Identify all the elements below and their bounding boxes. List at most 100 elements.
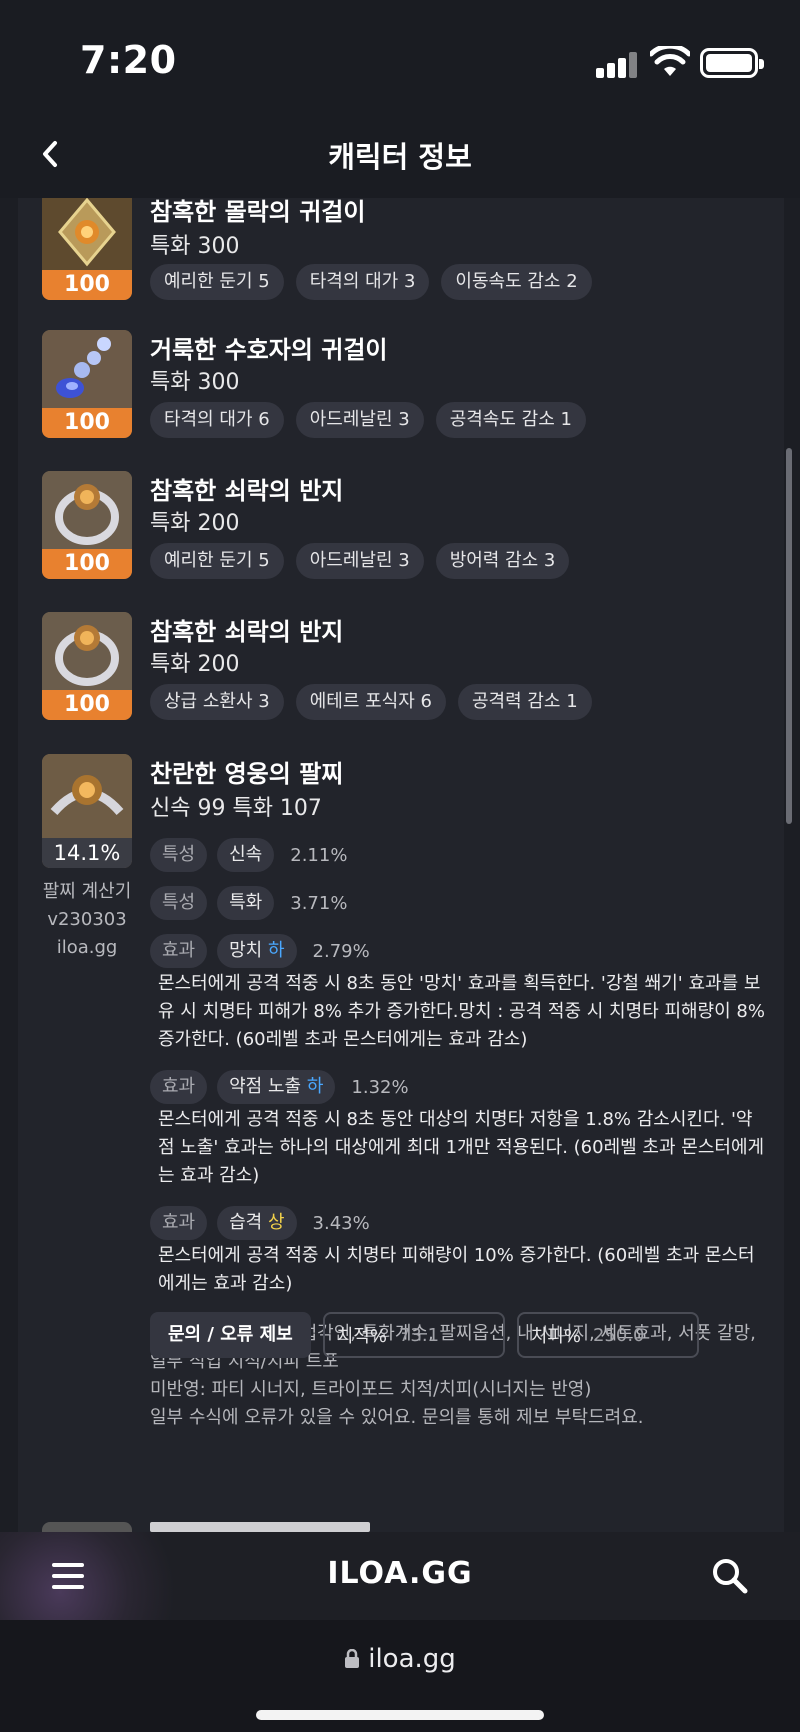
option-value: 2.11%	[290, 844, 348, 866]
url-display[interactable]: iloa.gg	[0, 1644, 800, 1674]
bracelet-option: 효과 약점 노출 하 1.32%	[150, 1070, 409, 1104]
engraving-tag: 타격의 대가 3	[295, 264, 430, 300]
option-name-text: 습격	[229, 1212, 263, 1233]
top-nav: 캐릭터 정보	[0, 110, 800, 198]
option-grade: 상	[267, 1212, 285, 1233]
bottom-nav: ILOA.GG	[0, 1532, 800, 1620]
calc-title: 팔찌 계산기	[42, 881, 132, 902]
bracelet-calculator-label: 팔찌 계산기 v230303 iloa.gg	[18, 878, 156, 962]
item-row[interactable]: 100 참혹한 쇠락의 반지 특화 200 상급 소환사 3 에테르 포식자 6…	[18, 612, 784, 742]
search-icon[interactable]	[708, 1554, 752, 1598]
status-bar: 7:20	[0, 0, 800, 110]
item-name: 거룩한 수호자의 귀걸이	[150, 336, 388, 364]
item-icon: 14.1%	[42, 754, 132, 868]
report-button[interactable]: 문의 / 오류 제보	[150, 1312, 311, 1358]
engraving-tag: 예리한 둔기 5	[150, 264, 284, 300]
engraving-tags: 예리한 둔기 5 아드레날린 3 방어력 감소 3	[150, 543, 570, 579]
status-time: 7:20	[80, 38, 177, 82]
item-icon: 100	[42, 471, 132, 579]
option-value: 3.71%	[290, 892, 348, 914]
option-type: 효과	[150, 1070, 208, 1104]
ring-icon	[42, 471, 132, 551]
crit-damage-field[interactable]: 치피% 250.0	[516, 1312, 699, 1358]
wifi-icon	[650, 46, 690, 76]
option-name-text: 약점 노출	[229, 1076, 302, 1097]
option-name: 신속	[217, 838, 275, 872]
engraving-tag: 예리한 둔기 5	[150, 543, 284, 579]
home-indicator[interactable]	[256, 1710, 544, 1720]
engraving-tags: 상급 소환사 3 에테르 포식자 6 공격력 감소 1	[150, 684, 592, 720]
bracelet-option: 효과 습격 상 3.43%	[150, 1206, 370, 1240]
bracelet-option: 특성 특화 3.71%	[150, 886, 347, 920]
item-stat: 특화 300	[150, 234, 240, 259]
quality-badge: 100	[42, 549, 132, 579]
item-name	[150, 1522, 370, 1532]
option-type: 특성	[150, 838, 208, 872]
crit-rate-label: 치적%	[336, 1326, 387, 1347]
crit-rate-field[interactable]: 치적% 73.1	[322, 1312, 505, 1358]
engraving-tag: 이동속도 감소 2	[441, 264, 592, 300]
engraving-tags: 예리한 둔기 5 타격의 대가 3 이동속도 감소 2	[150, 264, 592, 300]
engraving-tag: 공격력 감소 1	[457, 684, 592, 720]
option-grade: 하	[306, 1076, 324, 1097]
item-stat: 특화 200	[150, 652, 240, 677]
quality-badge: 100	[42, 408, 132, 438]
option-type: 특성	[150, 886, 208, 920]
item-name: 참혹한 몰락의 귀걸이	[150, 198, 366, 226]
equipment-panel: 100 참혹한 몰락의 귀걸이 특화 300 예리한 둔기 5 타격의 대가 3…	[18, 198, 784, 1532]
bracelet-percent: 14.1%	[42, 838, 132, 868]
site-logo[interactable]: ILOA.GG	[0, 1556, 800, 1591]
quality-badge: 100	[42, 690, 132, 720]
crit-damage-value: 250.0	[592, 1324, 645, 1346]
calculator-controls: 문의 / 오류 제보 치적% 73.1 치피% 250.0	[150, 1312, 699, 1358]
url-text: iloa.gg	[368, 1644, 456, 1674]
item-stat: 신속 99 특화 107	[150, 796, 322, 821]
engraving-tag: 상급 소환사 3	[150, 684, 284, 720]
item-row[interactable]: 100 거룩한 수호자의 귀걸이 특화 300 타격의 대가 6 아드레날린 3…	[18, 330, 784, 460]
bracelet-option: 효과 망치 하 2.79%	[150, 934, 370, 968]
item-row[interactable]: 100 참혹한 몰락의 귀걸이 특화 300 예리한 둔기 5 타격의 대가 3…	[18, 198, 784, 322]
browser-url-bar: iloa.gg	[0, 1620, 800, 1732]
engraving-tag: 아드레날린 3	[295, 543, 424, 579]
option-name-text: 망치	[229, 940, 263, 961]
engraving-tags: 타격의 대가 6 아드레날린 3 공격속도 감소 1	[150, 402, 586, 438]
option-name: 특화	[217, 886, 275, 920]
option-value: 2.79%	[312, 940, 370, 962]
engraving-tag: 에테르 포식자 6	[295, 684, 446, 720]
item-stat: 특화 300	[150, 370, 240, 395]
item-icon: 100	[42, 198, 132, 300]
battery-icon	[700, 48, 764, 78]
option-type: 효과	[150, 934, 208, 968]
signal-icon	[596, 52, 638, 78]
option-name: 습격 상	[217, 1206, 297, 1240]
earring-icon	[42, 198, 132, 272]
option-grade: 하	[267, 940, 285, 961]
earring-icon	[42, 330, 132, 410]
crit-damage-label: 치피%	[530, 1326, 581, 1347]
item-stat: 특화 200	[150, 511, 240, 536]
item-icon	[42, 1522, 132, 1532]
page-title: 캐릭터 정보	[328, 140, 472, 174]
lock-icon	[345, 1649, 360, 1668]
unreflected-note: 미반영: 파티 시너지, 트라이포드 치적/치피(시너지는 반영)	[150, 1379, 592, 1400]
bracelet-icon	[42, 754, 132, 838]
next-item-peek	[18, 1522, 784, 1532]
item-row[interactable]: 100 참혹한 쇠락의 반지 특화 200 예리한 둔기 5 아드레날린 3 방…	[18, 471, 784, 601]
option-description: 몬스터에게 공격 적중 시 8초 동안 대상의 치명타 저항을 1.8% 감소시…	[158, 1109, 765, 1186]
item-name: 찬란한 영웅의 팔찌	[150, 760, 344, 788]
option-type: 효과	[150, 1206, 208, 1240]
crit-rate-value: 73.1	[398, 1324, 440, 1346]
calc-version: v230303	[47, 909, 127, 930]
option-name: 약점 노출 하	[217, 1070, 336, 1104]
item-name: 참혹한 쇠락의 반지	[150, 477, 344, 505]
engraving-tag: 방어력 감소 3	[435, 543, 570, 579]
quality-badge: 100	[42, 270, 132, 300]
option-name: 망치 하	[217, 934, 297, 968]
engraving-tag: 아드레날린 3	[295, 402, 424, 438]
engraving-tag: 타격의 대가 6	[150, 402, 284, 438]
scrollbar[interactable]	[786, 448, 792, 824]
ring-icon	[42, 612, 132, 692]
bracelet-option: 특성 신속 2.11%	[150, 838, 347, 872]
option-description: 몬스터에게 공격 적중 시 치명타 피해량이 10% 증가한다. (60레벨 초…	[158, 1245, 755, 1294]
error-note: 일부 수식에 오류가 있을 수 있어요. 문의를 통해 제보 부탁드려요.	[150, 1407, 644, 1428]
